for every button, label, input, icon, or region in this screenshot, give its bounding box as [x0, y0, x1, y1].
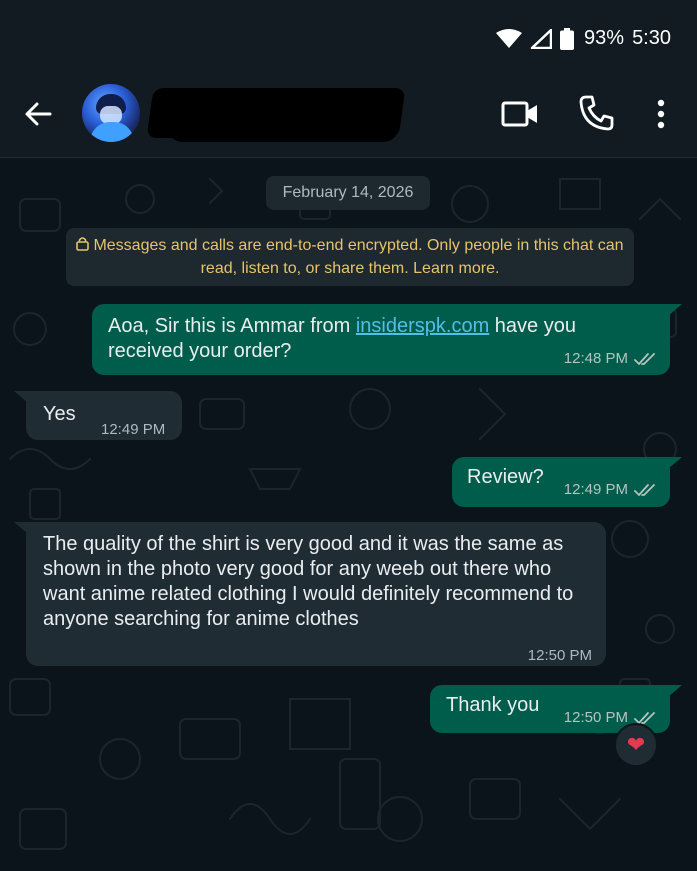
message-time: 12:50 PM [527, 647, 592, 664]
status-icons: 93% 5:30 [496, 27, 671, 50]
clock: 5:30 [632, 27, 671, 49]
encryption-notice[interactable]: Messages and calls are end-to-end encryp… [66, 228, 634, 286]
message-text: Thank you [446, 694, 540, 716]
more-options-icon[interactable] [648, 96, 674, 132]
message-incoming[interactable]: Yes 12:49 PM [14, 391, 182, 442]
lock-icon [76, 237, 90, 251]
chat-area[interactable]: February 14, 2026 Messages and calls are… [0, 159, 697, 871]
message-time: 12:48 PM [563, 350, 628, 367]
message-link[interactable]: insiderspk.com [356, 315, 489, 337]
bubble-tail [668, 304, 682, 316]
battery-icon [560, 27, 575, 50]
message-outgoing[interactable]: Aoa, Sir this is Ammar from insiderspk.c… [92, 304, 682, 375]
reaction-emoji: ❤ [626, 732, 646, 757]
status-bar: 93% 5:30 [0, 0, 697, 70]
message-time: 12:49 PM [101, 421, 166, 438]
double-check-read-icon [634, 352, 655, 365]
date-chip: February 14, 2026 [266, 176, 430, 210]
message-time: 12:50 PM [563, 709, 628, 726]
message-text: The quality of the shirt is very good an… [43, 533, 574, 630]
message-incoming[interactable]: The quality of the shirt is very good an… [14, 522, 606, 668]
bubble-tail [668, 457, 682, 469]
video-call-icon[interactable] [500, 96, 540, 132]
contact-avatar[interactable] [82, 84, 140, 142]
back-arrow-icon[interactable] [20, 96, 56, 132]
battery-percentage: 93% [584, 27, 625, 49]
chat-header [0, 70, 697, 158]
bubble-tail [14, 391, 28, 403]
message-outgoing[interactable]: Review? 12:49 PM [452, 457, 682, 507]
signal-icon [530, 28, 553, 49]
redacted-contact-name-mark [168, 106, 398, 142]
wifi-icon [496, 28, 523, 48]
double-check-read-icon [634, 483, 655, 496]
message-text: Yes [43, 403, 76, 425]
encryption-notice-text: Messages and calls are end-to-end encryp… [93, 237, 624, 277]
heart-reaction-icon[interactable]: ❤ [614, 723, 658, 767]
message-text: Review? [467, 466, 544, 488]
message-text-part: Aoa, Sir this is Ammar from [108, 315, 356, 337]
voice-call-icon[interactable] [578, 94, 614, 132]
message-time: 12:49 PM [563, 481, 628, 498]
message-meta: 12:49 PM [101, 417, 165, 442]
message-meta: 12:49 PM [564, 477, 656, 502]
message-meta: 12:48 PM [564, 346, 656, 371]
message-meta: 12:50 PM [528, 643, 592, 668]
bubble-tail [14, 522, 28, 534]
bubble-tail [668, 685, 682, 697]
